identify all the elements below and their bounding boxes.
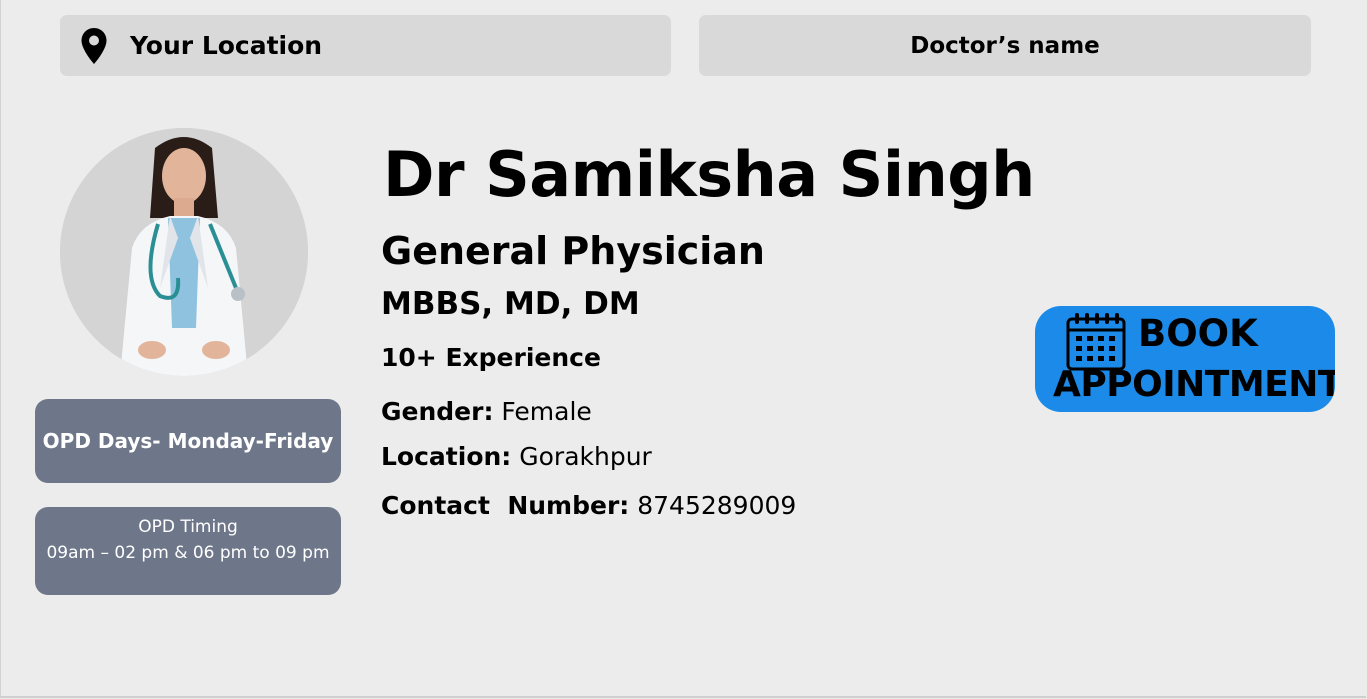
location-pin-icon [81, 27, 107, 64]
contact-row: Contact Number: 8745289009 [381, 491, 796, 520]
opd-days-badge: OPD Days- Monday-Friday [35, 399, 341, 483]
contact-value: 8745289009 [637, 491, 797, 520]
doctor-photo [60, 128, 308, 376]
gender-label: Gender: [381, 397, 494, 426]
location-search-field[interactable]: Your Location [60, 15, 671, 76]
opd-timing-badge: OPD Timing 09am – 02 pm & 06 pm to 09 pm [35, 507, 341, 595]
gender-row: Gender: Female [381, 397, 592, 426]
location-value: Gorakhpur [519, 442, 652, 471]
doctor-field-label: Doctor’s name [910, 32, 1100, 59]
calendar-icon [1066, 313, 1126, 371]
appointment-label: APPOINTMENT [1053, 364, 1335, 405]
doctor-speciality: General Physician [381, 229, 765, 273]
book-appointment-button[interactable]: BOOK APPOINTMENT [1035, 306, 1335, 412]
doctor-degrees: MBBS, MD, DM [381, 286, 640, 322]
doctor-experience: 10+ Experience [381, 343, 601, 372]
location-field-label: Your Location [130, 31, 323, 60]
location-label: Location: [381, 442, 512, 471]
contact-label: Contact Number: [381, 491, 630, 520]
opd-timing-value: 09am – 02 pm & 06 pm to 09 pm [46, 543, 330, 563]
book-label: BOOK [1138, 312, 1258, 355]
opd-days-text: OPD Days- Monday-Friday [42, 429, 334, 453]
location-row: Location: Gorakhpur [381, 442, 652, 471]
opd-timing-title: OPD Timing [138, 517, 238, 537]
gender-value: Female [501, 397, 592, 426]
doctor-name: Dr Samiksha Singh [383, 138, 1035, 211]
doctor-name-search-field[interactable]: Doctor’s name [699, 15, 1311, 76]
